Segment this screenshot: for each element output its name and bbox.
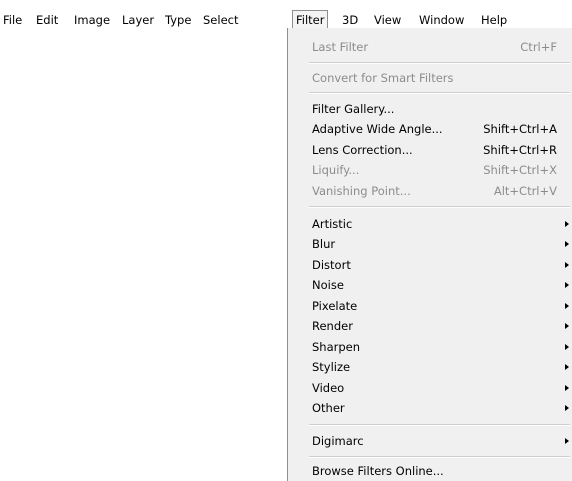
menu-layer[interactable]: Layer (122, 11, 154, 29)
menu-edit[interactable]: Edit (36, 11, 58, 29)
submenu-arrow-icon (565, 344, 569, 350)
menu-item-label: Convert for Smart Filters (312, 71, 454, 85)
submenu-pixelate[interactable]: Pixelate (312, 296, 572, 316)
submenu-arrow-icon (565, 438, 569, 444)
submenu-arrow-icon (565, 405, 569, 411)
menu-item-label: Adaptive Wide Angle... (312, 122, 443, 136)
submenu-render[interactable]: Render (312, 316, 572, 336)
menu-item-label: Filter Gallery... (312, 102, 395, 116)
menu-select[interactable]: Select (203, 11, 238, 29)
shortcut-label: Shift+Ctrl+R (483, 143, 557, 157)
menu-item-label: Other (312, 401, 345, 415)
menu-item-label: Pixelate (312, 299, 358, 313)
submenu-blur[interactable]: Blur (312, 234, 572, 254)
menu-item-label: Stylize (312, 360, 351, 374)
submenu-arrow-icon (565, 241, 569, 247)
menu-view[interactable]: View (374, 11, 401, 29)
submenu-arrow-icon (565, 221, 569, 227)
filter-dropdown-menu: Last Filter Ctrl+F Convert for Smart Fil… (287, 28, 572, 481)
submenu-digimarc[interactable]: Digimarc (312, 431, 572, 451)
menu-image[interactable]: Image (74, 11, 110, 29)
submenu-arrow-icon (565, 364, 569, 370)
menu-item-convert-smart-filters: Convert for Smart Filters (312, 68, 572, 88)
submenu-noise[interactable]: Noise (312, 275, 572, 295)
menu-item-label: Artistic (312, 217, 353, 231)
menu-item-label: Liquify... (312, 163, 360, 177)
menu-3d[interactable]: 3D (342, 11, 358, 29)
shortcut-label: Alt+Ctrl+V (493, 184, 557, 198)
menu-filter[interactable]: Filter (292, 10, 329, 29)
submenu-other[interactable]: Other (312, 398, 572, 418)
submenu-distort[interactable]: Distort (312, 255, 572, 275)
menu-item-label: Vanishing Point... (312, 184, 411, 198)
menu-separator (309, 206, 570, 208)
menu-item-browse-filters-online[interactable]: Browse Filters Online... (312, 461, 572, 481)
menu-item-label: Noise (312, 278, 344, 292)
menu-item-lens-correction[interactable]: Lens Correction... Shift+Ctrl+R (312, 140, 572, 160)
submenu-video[interactable]: Video (312, 378, 572, 398)
menu-item-last-filter: Last Filter Ctrl+F (312, 37, 572, 57)
submenu-arrow-icon (565, 282, 569, 288)
menu-item-label: Sharpen (312, 340, 361, 354)
submenu-sharpen[interactable]: Sharpen (312, 337, 572, 357)
menu-item-label: Digimarc (312, 434, 364, 448)
menu-help[interactable]: Help (481, 11, 507, 29)
menu-separator (309, 424, 570, 426)
submenu-artistic[interactable]: Artistic (312, 214, 572, 234)
shortcut-label: Shift+Ctrl+A (483, 122, 557, 136)
menu-bar: File Edit Image Layer Type Select Filter… (0, 0, 572, 29)
menu-item-filter-gallery[interactable]: Filter Gallery... (312, 99, 572, 119)
menu-item-label: Video (312, 381, 345, 395)
menu-item-label: Lens Correction... (312, 143, 413, 157)
menu-item-label: Distort (312, 258, 351, 272)
menu-item-label: Blur (312, 237, 336, 251)
menu-type[interactable]: Type (165, 11, 191, 29)
menu-item-label: Last Filter (312, 40, 369, 54)
menu-separator (309, 92, 570, 94)
shortcut-label: Ctrl+F (520, 40, 557, 54)
submenu-stylize[interactable]: Stylize (312, 357, 572, 377)
menu-separator (309, 62, 570, 64)
submenu-arrow-icon (565, 323, 569, 329)
submenu-arrow-icon (565, 303, 569, 309)
menu-item-liquify: Liquify... Shift+Ctrl+X (312, 160, 572, 180)
shortcut-label: Shift+Ctrl+X (483, 163, 557, 177)
menu-item-adaptive-wide-angle[interactable]: Adaptive Wide Angle... Shift+Ctrl+A (312, 119, 572, 139)
menu-item-label: Browse Filters Online... (312, 464, 444, 478)
menu-item-label: Render (312, 319, 353, 333)
menu-item-vanishing-point: Vanishing Point... Alt+Ctrl+V (312, 181, 572, 201)
submenu-arrow-icon (565, 262, 569, 268)
submenu-arrow-icon (565, 385, 569, 391)
menu-window[interactable]: Window (419, 11, 464, 29)
menu-separator (309, 456, 570, 458)
menu-file[interactable]: File (3, 11, 22, 29)
